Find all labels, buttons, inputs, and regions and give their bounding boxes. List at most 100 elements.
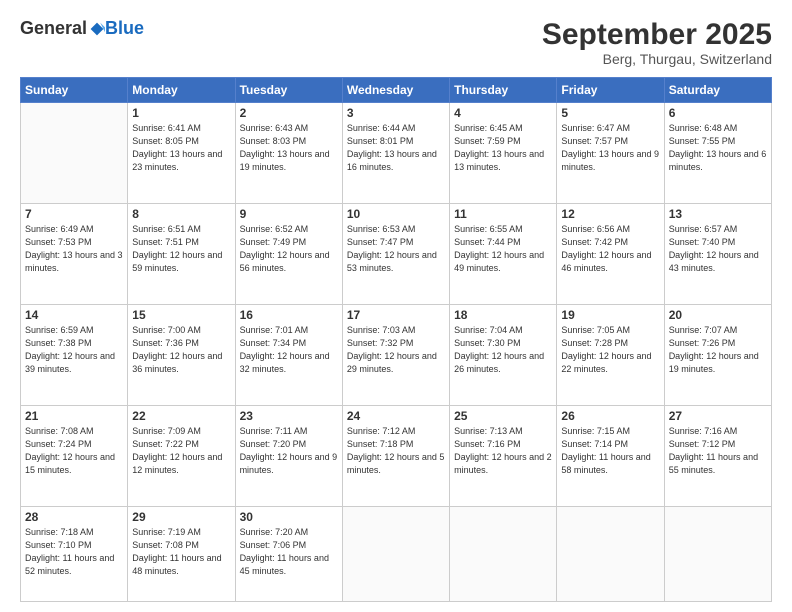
day-number: 2: [240, 106, 338, 120]
day-number: 6: [669, 106, 767, 120]
calendar-week-row: 1 Sunrise: 6:41 AM Sunset: 8:05 PM Daylig…: [21, 103, 772, 204]
day-info: Sunrise: 7:08 AM Sunset: 7:24 PM Dayligh…: [25, 425, 123, 477]
day-number: 7: [25, 207, 123, 221]
day-info: Sunrise: 7:11 AM Sunset: 7:20 PM Dayligh…: [240, 425, 338, 477]
calendar-week-row: 14 Sunrise: 6:59 AM Sunset: 7:38 PM Dayli…: [21, 305, 772, 406]
table-row: 17 Sunrise: 7:03 AM Sunset: 7:32 PM Dayli…: [342, 305, 449, 406]
table-row: 22Sunrise: 7:09 AM Sunset: 7:22 PM Dayli…: [128, 406, 235, 507]
day-number: 14: [25, 308, 123, 322]
day-number: 17: [347, 308, 445, 322]
header: General Blue September 2025 Berg, Thurga…: [20, 18, 772, 67]
table-row: 8Sunrise: 6:51 AM Sunset: 7:51 PM Daylig…: [128, 204, 235, 305]
table-row: 26 Sunrise: 7:15 AM Sunset: 7:14 PM Dayli…: [557, 406, 664, 507]
logo: General Blue: [20, 18, 144, 39]
calendar-week-row: 7Sunrise: 6:49 AM Sunset: 7:53 PM Daylig…: [21, 204, 772, 305]
day-number: 21: [25, 409, 123, 423]
day-number: 20: [669, 308, 767, 322]
calendar-week-row: 28 Sunrise: 7:18 AM Sunset: 7:10 PM Dayli…: [21, 507, 772, 602]
day-info: Sunrise: 6:47 AM Sunset: 7:57 PM Dayligh…: [561, 122, 659, 174]
calendar-header-row: Sunday Monday Tuesday Wednesday Thursday…: [21, 78, 772, 103]
day-number: 10: [347, 207, 445, 221]
table-row: 25Sunrise: 7:13 AM Sunset: 7:16 PM Dayli…: [450, 406, 557, 507]
col-tuesday: Tuesday: [235, 78, 342, 103]
col-friday: Friday: [557, 78, 664, 103]
table-row: 11 Sunrise: 6:55 AM Sunset: 7:44 PM Dayli…: [450, 204, 557, 305]
day-info: Sunrise: 7:16 AM Sunset: 7:12 PM Dayligh…: [669, 425, 767, 477]
day-info: Sunrise: 6:56 AM Sunset: 7:42 PM Dayligh…: [561, 223, 659, 275]
logo-blue: Blue: [105, 18, 144, 39]
day-info: Sunrise: 7:04 AM Sunset: 7:30 PM Dayligh…: [454, 324, 552, 376]
table-row: [21, 103, 128, 204]
table-row: 19 Sunrise: 7:05 AM Sunset: 7:28 PM Dayli…: [557, 305, 664, 406]
location: Berg, Thurgau, Switzerland: [542, 51, 772, 67]
day-info: Sunrise: 7:03 AM Sunset: 7:32 PM Dayligh…: [347, 324, 445, 376]
day-info: Sunrise: 7:15 AM Sunset: 7:14 PM Dayligh…: [561, 425, 659, 477]
table-row: 7Sunrise: 6:49 AM Sunset: 7:53 PM Daylig…: [21, 204, 128, 305]
day-number: 3: [347, 106, 445, 120]
col-wednesday: Wednesday: [342, 78, 449, 103]
day-info: Sunrise: 7:07 AM Sunset: 7:26 PM Dayligh…: [669, 324, 767, 376]
table-row: 12 Sunrise: 6:56 AM Sunset: 7:42 PM Dayli…: [557, 204, 664, 305]
day-info: Sunrise: 6:41 AM Sunset: 8:05 PM Dayligh…: [132, 122, 230, 174]
day-number: 19: [561, 308, 659, 322]
day-info: Sunrise: 7:12 AM Sunset: 7:18 PM Dayligh…: [347, 425, 445, 477]
table-row: 13 Sunrise: 6:57 AM Sunset: 7:40 PM Dayli…: [664, 204, 771, 305]
table-row: 18 Sunrise: 7:04 AM Sunset: 7:30 PM Dayli…: [450, 305, 557, 406]
table-row: 21 Sunrise: 7:08 AM Sunset: 7:24 PM Dayli…: [21, 406, 128, 507]
table-row: 23 Sunrise: 7:11 AM Sunset: 7:20 PM Dayli…: [235, 406, 342, 507]
day-number: 28: [25, 510, 123, 524]
day-info: Sunrise: 7:01 AM Sunset: 7:34 PM Dayligh…: [240, 324, 338, 376]
logo-icon: [89, 21, 105, 37]
table-row: [342, 507, 449, 602]
table-row: [557, 507, 664, 602]
day-number: 1: [132, 106, 230, 120]
calendar-table: Sunday Monday Tuesday Wednesday Thursday…: [20, 77, 772, 602]
day-number: 23: [240, 409, 338, 423]
table-row: [450, 507, 557, 602]
day-number: 26: [561, 409, 659, 423]
col-thursday: Thursday: [450, 78, 557, 103]
day-number: 16: [240, 308, 338, 322]
table-row: 24 Sunrise: 7:12 AM Sunset: 7:18 PM Dayli…: [342, 406, 449, 507]
day-info: Sunrise: 6:55 AM Sunset: 7:44 PM Dayligh…: [454, 223, 552, 275]
col-sunday: Sunday: [21, 78, 128, 103]
col-monday: Monday: [128, 78, 235, 103]
table-row: 10 Sunrise: 6:53 AM Sunset: 7:47 PM Dayli…: [342, 204, 449, 305]
page: General Blue September 2025 Berg, Thurga…: [0, 0, 792, 612]
day-info: Sunrise: 7:18 AM Sunset: 7:10 PM Dayligh…: [25, 526, 123, 578]
day-number: 24: [347, 409, 445, 423]
table-row: 30 Sunrise: 7:20 AM Sunset: 7:06 PM Dayli…: [235, 507, 342, 602]
table-row: 1 Sunrise: 6:41 AM Sunset: 8:05 PM Daylig…: [128, 103, 235, 204]
day-info: Sunrise: 6:45 AM Sunset: 7:59 PM Dayligh…: [454, 122, 552, 174]
table-row: 9Sunrise: 6:52 AM Sunset: 7:49 PM Daylig…: [235, 204, 342, 305]
day-info: Sunrise: 6:48 AM Sunset: 7:55 PM Dayligh…: [669, 122, 767, 174]
day-info: Sunrise: 7:13 AM Sunset: 7:16 PM Dayligh…: [454, 425, 552, 477]
day-info: Sunrise: 7:20 AM Sunset: 7:06 PM Dayligh…: [240, 526, 338, 578]
day-number: 15: [132, 308, 230, 322]
calendar-week-row: 21 Sunrise: 7:08 AM Sunset: 7:24 PM Dayli…: [21, 406, 772, 507]
table-row: 3 Sunrise: 6:44 AM Sunset: 8:01 PM Daylig…: [342, 103, 449, 204]
table-row: 15Sunrise: 7:00 AM Sunset: 7:36 PM Dayli…: [128, 305, 235, 406]
col-saturday: Saturday: [664, 78, 771, 103]
day-number: 4: [454, 106, 552, 120]
day-info: Sunrise: 6:57 AM Sunset: 7:40 PM Dayligh…: [669, 223, 767, 275]
month-title: September 2025: [542, 18, 772, 51]
day-info: Sunrise: 6:53 AM Sunset: 7:47 PM Dayligh…: [347, 223, 445, 275]
day-number: 11: [454, 207, 552, 221]
table-row: 28 Sunrise: 7:18 AM Sunset: 7:10 PM Dayli…: [21, 507, 128, 602]
day-info: Sunrise: 7:05 AM Sunset: 7:28 PM Dayligh…: [561, 324, 659, 376]
table-row: 4 Sunrise: 6:45 AM Sunset: 7:59 PM Daylig…: [450, 103, 557, 204]
table-row: 6 Sunrise: 6:48 AM Sunset: 7:55 PM Daylig…: [664, 103, 771, 204]
day-number: 8: [132, 207, 230, 221]
day-number: 13: [669, 207, 767, 221]
day-info: Sunrise: 6:59 AM Sunset: 7:38 PM Dayligh…: [25, 324, 123, 376]
day-number: 29: [132, 510, 230, 524]
table-row: 5Sunrise: 6:47 AM Sunset: 7:57 PM Daylig…: [557, 103, 664, 204]
day-info: Sunrise: 6:52 AM Sunset: 7:49 PM Dayligh…: [240, 223, 338, 275]
day-number: 12: [561, 207, 659, 221]
day-number: 18: [454, 308, 552, 322]
day-info: Sunrise: 6:44 AM Sunset: 8:01 PM Dayligh…: [347, 122, 445, 174]
table-row: 29 Sunrise: 7:19 AM Sunset: 7:08 PM Dayli…: [128, 507, 235, 602]
day-info: Sunrise: 7:19 AM Sunset: 7:08 PM Dayligh…: [132, 526, 230, 578]
day-number: 30: [240, 510, 338, 524]
